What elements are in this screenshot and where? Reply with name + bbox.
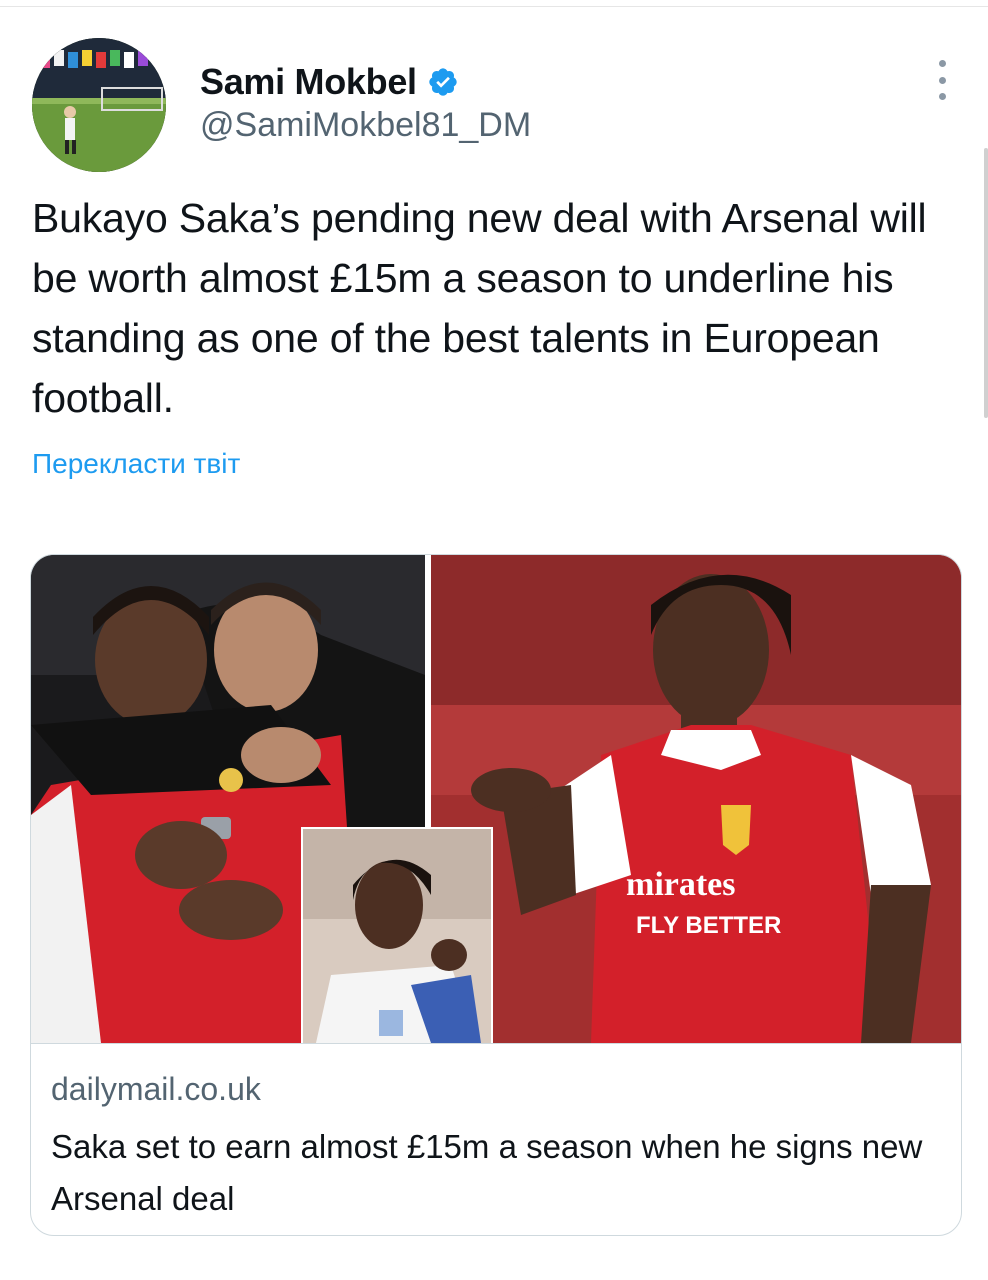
sponsor-text-1: mirates xyxy=(626,866,736,903)
card-divider xyxy=(31,1043,961,1044)
tweet-text: Bukayo Saka’s pending new deal with Arse… xyxy=(32,195,927,421)
author-name[interactable]: Sami Mokbel xyxy=(200,61,417,103)
card-domain: dailymail.co.uk xyxy=(51,1071,261,1107)
more-dot xyxy=(938,76,946,84)
card-title[interactable]: Saka set to earn almost £15m a season wh… xyxy=(51,1121,931,1225)
scrollbar[interactable] xyxy=(984,148,988,418)
tweet-page: Sami Mokbel @SamiMokbel81_DM Bukayo Saka… xyxy=(0,0,988,1280)
more-vertical-icon xyxy=(938,60,946,67)
sponsor-text-2: FLY BETTER xyxy=(636,912,781,939)
avatar[interactable] xyxy=(32,38,166,172)
top-divider xyxy=(0,6,988,7)
article-photo-collage: mirates FLY BETTER xyxy=(31,555,961,1043)
link-preview-card[interactable]: mirates FLY BETTER dailymail.co.uk Saka … xyxy=(30,554,962,1236)
translate-tweet-link[interactable]: Перекласти твіт xyxy=(32,448,240,480)
more-options-button[interactable] xyxy=(932,60,952,100)
avatar-photo-icon xyxy=(32,38,166,172)
author-name-row[interactable]: Sami Mokbel xyxy=(200,58,459,106)
more-dot xyxy=(938,93,946,100)
author-handle[interactable]: @SamiMokbel81_DM xyxy=(200,106,531,145)
verified-badge-icon xyxy=(429,68,457,96)
card-image[interactable]: mirates FLY BETTER xyxy=(31,555,961,1043)
